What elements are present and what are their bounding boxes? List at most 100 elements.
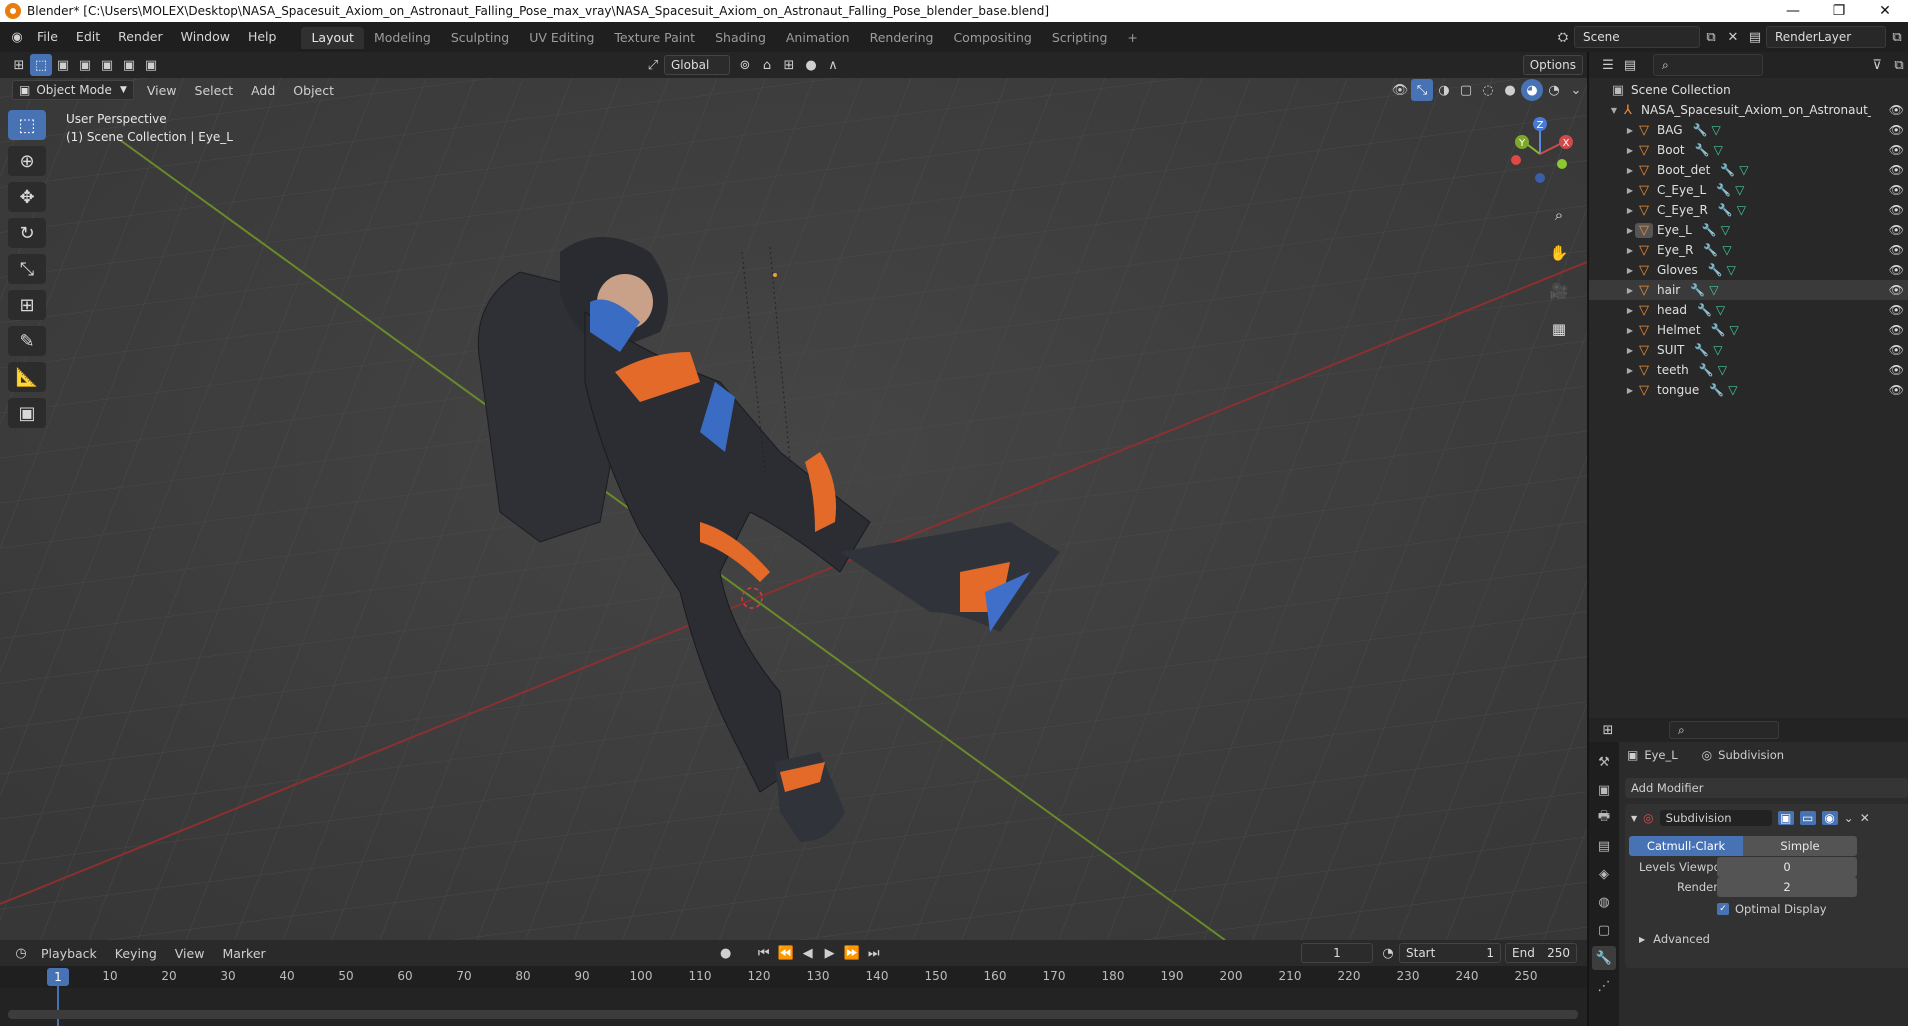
tab-uv-editing[interactable]: UV Editing (519, 27, 604, 49)
select-box-icon[interactable]: ⬚ (30, 54, 52, 76)
scene-field[interactable]: Scene (1574, 26, 1700, 48)
world-tab-icon[interactable]: ◍ (1592, 890, 1616, 914)
properties-editor-type-icon[interactable]: ⊞ (1597, 719, 1619, 741)
advanced-subpanel-header[interactable]: ▶ Advanced (1639, 932, 1710, 946)
add-workspace-button[interactable]: + (1117, 27, 1147, 49)
tab-shading[interactable]: Shading (705, 27, 776, 49)
navigation-gizmo[interactable]: Z X Y (1500, 114, 1580, 194)
tool-tab-icon[interactable]: ⚒ (1592, 750, 1616, 774)
annotate-tool-icon[interactable]: ✎ (8, 326, 46, 356)
mode-dropdown[interactable]: ▣ Object Mode ▼ (12, 80, 134, 100)
outliner-object-row[interactable]: ▶ ▽ Helmet 🔧 ▽ 👁 (1589, 320, 1908, 340)
timeline-menu-playback[interactable]: Playback (32, 946, 106, 961)
remove-modifier-icon[interactable]: ✕ (1860, 811, 1870, 825)
scale-tool-icon[interactable]: ⤡ (8, 254, 46, 284)
menu-edit[interactable]: Edit (67, 22, 109, 52)
outliner-object-row[interactable]: ▶ ▽ C_Eye_L 🔧 ▽ 👁 (1589, 180, 1908, 200)
menu-window[interactable]: Window (172, 22, 239, 52)
outliner-editor-type-icon[interactable]: ☰ (1597, 54, 1619, 76)
visibility-eye-icon[interactable]: 👁 (1889, 183, 1904, 197)
collapse-arrow-icon[interactable]: ▼ (1631, 814, 1637, 823)
close-window-button[interactable]: ✕ (1862, 3, 1908, 19)
ortho-toggle-icon[interactable]: ▦ (1544, 314, 1574, 344)
expand-arrow-icon[interactable]: ▶ (1625, 306, 1635, 315)
modifier-tab-icon[interactable]: 🔧 (1592, 946, 1616, 970)
timeline-menu-view[interactable]: View (166, 946, 214, 961)
select-invert-icon[interactable]: ▣ (118, 54, 140, 76)
outliner-object-row-active[interactable]: ▶ ▽ Eye_L 🔧 ▽ 👁 (1589, 220, 1908, 240)
outliner-object-row[interactable]: ▶ ▽ C_Eye_R 🔧 ▽ 👁 (1589, 200, 1908, 220)
new-view-layer-icon[interactable]: ⧉ (1886, 26, 1908, 48)
modifier-menu-chevron-icon[interactable]: ⌄ (1844, 811, 1854, 825)
end-frame-field[interactable]: End 250 (1505, 943, 1577, 963)
display-mode-icon[interactable]: ▤ (1619, 54, 1641, 76)
tab-rendering[interactable]: Rendering (860, 27, 944, 49)
visibility-eye-icon[interactable]: 👁 (1889, 303, 1904, 317)
expand-arrow-icon[interactable]: ▶ (1625, 326, 1635, 335)
visibility-eye-icon[interactable]: 👁 (1889, 123, 1904, 137)
move-tool-icon[interactable]: ✥ (8, 182, 46, 212)
camera-view-icon[interactable]: 🎥 (1544, 276, 1574, 306)
expand-arrow-icon[interactable]: ▶ (1625, 166, 1635, 175)
visibility-eye-icon[interactable]: 👁 (1889, 163, 1904, 177)
expand-arrow-icon[interactable]: ▶ (1625, 246, 1635, 255)
next-keyframe-icon[interactable]: ⏩ (841, 942, 863, 964)
outliner-object-row[interactable]: ▶ ▽ Boot_det 🔧 ▽ 👁 (1589, 160, 1908, 180)
view-layer-icon[interactable]: ▤ (1744, 26, 1766, 48)
modifier-name-field[interactable]: Subdivision (1659, 810, 1772, 826)
new-collection-icon[interactable]: ⧉ (1888, 54, 1908, 76)
add-cube-tool-icon[interactable]: ▣ (8, 398, 46, 428)
visibility-eye-icon[interactable]: 👁 (1889, 223, 1904, 237)
prev-keyframe-icon[interactable]: ⏪ (775, 942, 797, 964)
render-levels-field[interactable]: 2 (1717, 877, 1857, 897)
outliner-object-row[interactable]: ▶ ▽ head 🔧 ▽ 👁 (1589, 300, 1908, 320)
visibility-eye-icon[interactable]: 👁 (1889, 343, 1904, 357)
simple-button[interactable]: Simple (1743, 836, 1857, 856)
snap-target-icon[interactable]: ⊞ (778, 54, 800, 76)
edit-mode-toggle-icon[interactable]: ▣ (1777, 811, 1794, 825)
tab-texture-paint[interactable]: Texture Paint (604, 27, 705, 49)
expand-arrow-icon[interactable]: ▶ (1625, 386, 1635, 395)
outliner-search-input[interactable]: ⌕ (1653, 54, 1763, 76)
outliner-object-row[interactable]: ▶ ▽ Eye_R 🔧 ▽ 👁 (1589, 240, 1908, 260)
visibility-eye-icon[interactable]: 👁 (1889, 323, 1904, 337)
overlay-toggle-icon[interactable]: ◑ (1433, 79, 1455, 101)
rendered-shading-icon[interactable]: ◔ (1543, 79, 1565, 101)
frame-ruler[interactable]: 10 20 30 40 50 60 70 80 90 100 110 120 1… (0, 966, 1587, 988)
visibility-eye-icon[interactable]: 👁 (1889, 243, 1904, 257)
current-frame-field[interactable]: 1 (1301, 943, 1373, 963)
particles-tab-icon[interactable]: ⋰ (1592, 974, 1616, 998)
tab-scripting[interactable]: Scripting (1042, 27, 1118, 49)
viewport-menu-view[interactable]: View (138, 83, 186, 98)
menu-render[interactable]: Render (109, 22, 172, 52)
jump-end-icon[interactable]: ⏭ (863, 942, 885, 964)
solid-shading-icon[interactable]: ● (1499, 79, 1521, 101)
viewport-menu-object[interactable]: Object (284, 83, 343, 98)
outliner-object-row[interactable]: ▶ ▽ BAG 🔧 ▽ 👁 (1589, 120, 1908, 140)
playhead[interactable]: 1 (47, 968, 69, 986)
visibility-filter-icon[interactable]: 👁 (1389, 79, 1411, 101)
expand-arrow-icon[interactable]: ▶ (1625, 126, 1635, 135)
visibility-eye-icon[interactable]: 👁 (1889, 203, 1904, 217)
outliner-object-row[interactable]: ▶ ▽ Gloves 🔧 ▽ 👁 (1589, 260, 1908, 280)
cursor-tool-icon[interactable]: ⊕ (8, 146, 46, 176)
expand-arrow-icon[interactable]: ▶ (1625, 286, 1635, 295)
transform-orientation-dropdown[interactable]: Global (664, 55, 730, 75)
wireframe-shading-icon[interactable]: ◌ (1477, 79, 1499, 101)
pan-hand-icon[interactable]: ✋ (1544, 238, 1574, 268)
select-intersect-icon[interactable]: ▣ (140, 54, 162, 76)
rotate-tool-icon[interactable]: ↻ (8, 218, 46, 248)
tab-sculpting[interactable]: Sculpting (441, 27, 519, 49)
measure-tool-icon[interactable]: 📐 (8, 362, 46, 392)
zoom-icon[interactable]: ⌕ (1544, 200, 1574, 230)
proportional-edit-icon[interactable]: ● (800, 54, 822, 76)
tab-layout[interactable]: Layout (301, 27, 364, 49)
visibility-eye-icon[interactable]: 👁 (1889, 383, 1904, 397)
properties-search-input[interactable]: ⌕ (1669, 721, 1779, 739)
jump-start-icon[interactable]: ⏮ (753, 942, 775, 964)
tab-animation[interactable]: Animation (776, 27, 860, 49)
menu-file[interactable]: File (28, 22, 67, 52)
editor-type-icon[interactable]: ⊞ (8, 54, 30, 76)
filter-icon[interactable]: ⊽ (1866, 54, 1888, 76)
3d-viewport[interactable]: ⊞ ⬚ ▣ ▣ ▣ ▣ ▣ ⤢ Global ⊚ ⌂ ⊞ ● ∧ Options… (0, 52, 1587, 940)
